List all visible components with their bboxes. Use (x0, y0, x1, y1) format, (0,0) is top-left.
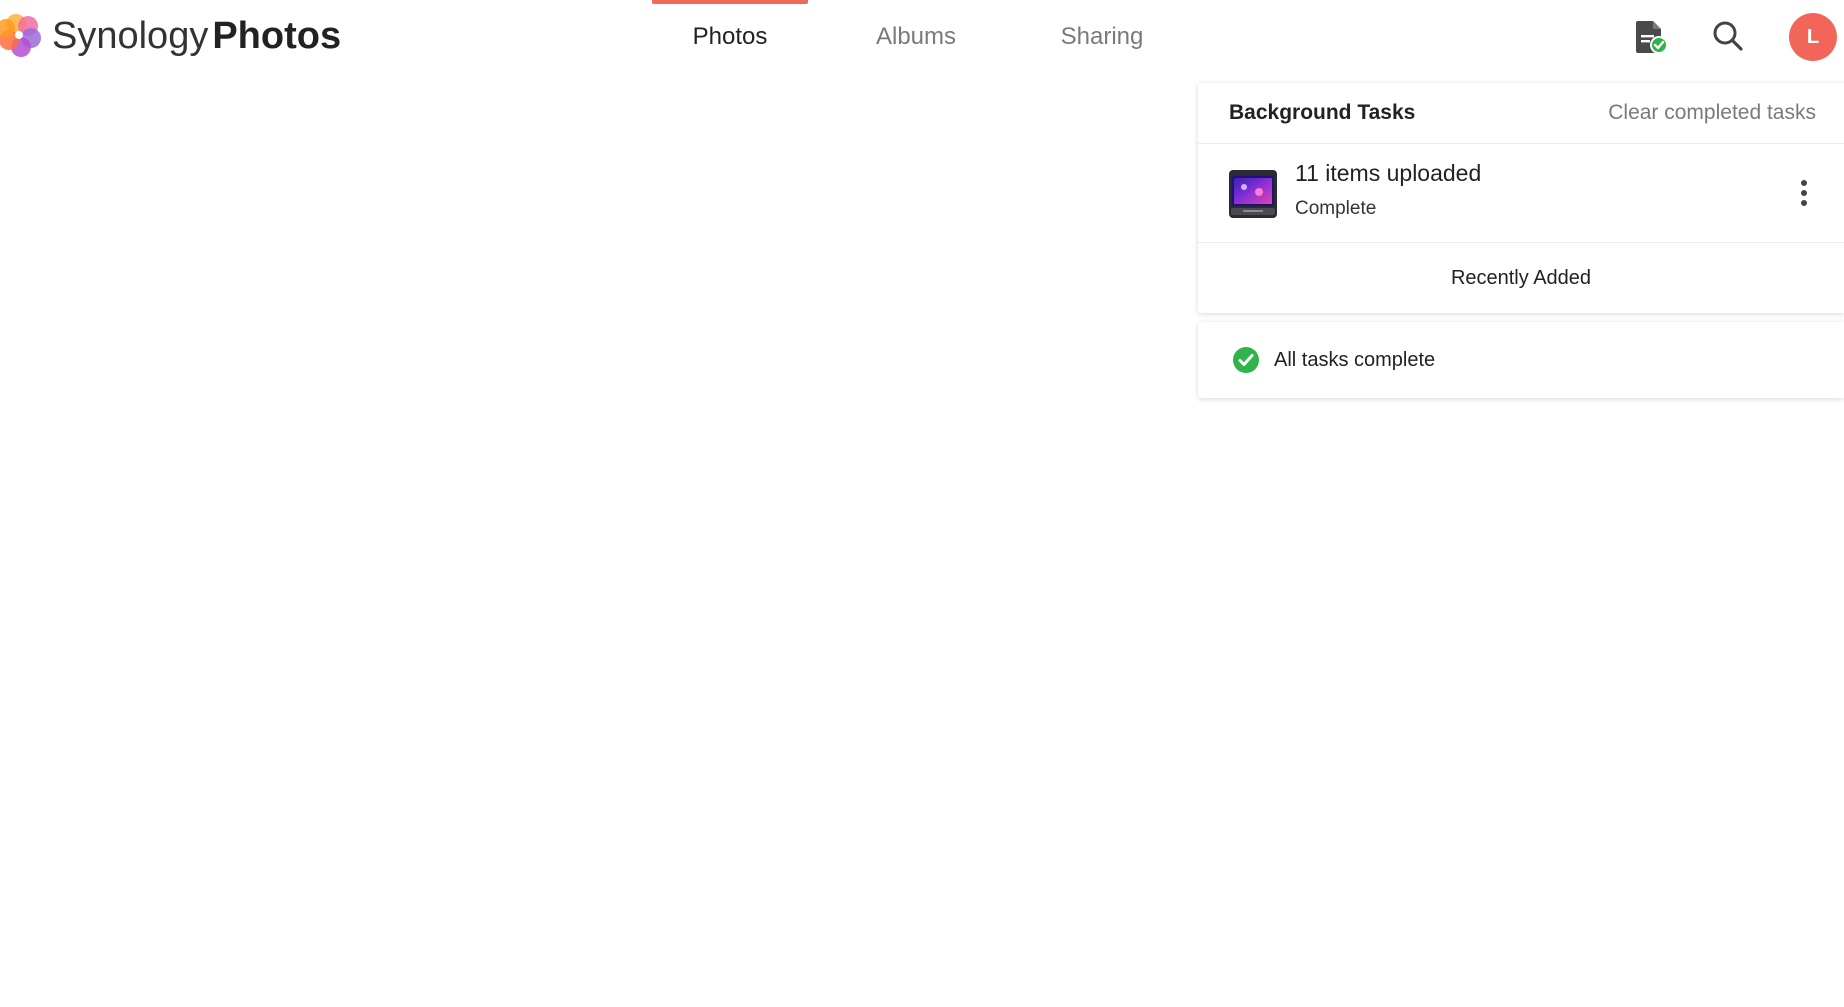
tab-photos[interactable]: Photos (652, 0, 808, 74)
task-title: 11 items uploaded (1295, 160, 1482, 186)
background-tasks-panel: Background Tasks Clear completed tasks 1… (1198, 83, 1844, 313)
tab-albums[interactable]: Albums (838, 0, 994, 74)
brand-bold: Photos (212, 15, 342, 57)
more-vertical-icon (1801, 180, 1807, 206)
task-document-check-icon (1636, 21, 1668, 54)
task-item: 11 items uploaded Complete (1198, 144, 1844, 243)
background-tasks-button[interactable] (1628, 13, 1674, 59)
panel-title: Background Tasks (1229, 101, 1416, 124)
panel-header: Background Tasks Clear completed tasks (1198, 83, 1844, 144)
main-tabs: Photos Albums Sharing (652, 0, 1210, 74)
top-header: Synology Photos Photos Albums Sharing L (0, 0, 1844, 74)
search-icon (1713, 21, 1743, 51)
upload-thumbnail-image (1229, 170, 1277, 218)
app-logo[interactable]: Synology Photos (0, 6, 341, 66)
clear-completed-tasks-button[interactable]: Clear completed tasks (1608, 83, 1816, 143)
user-avatar[interactable]: L (1789, 13, 1837, 61)
app-title: Synology Photos (52, 6, 341, 66)
tasks-status-card: All tasks complete (1198, 322, 1844, 398)
tab-sharing[interactable]: Sharing (1024, 0, 1180, 74)
upload-thumbnail (1229, 170, 1277, 218)
synology-photos-flower-icon (0, 14, 41, 57)
status-text: All tasks complete (1274, 349, 1436, 371)
task-status: Complete (1295, 198, 1377, 219)
search-button[interactable] (1705, 13, 1751, 59)
recently-added-link[interactable]: Recently Added (1198, 243, 1844, 313)
task-more-button[interactable] (1794, 176, 1814, 210)
check-circle-icon (1233, 347, 1259, 373)
brand-light: Synology (52, 15, 209, 57)
